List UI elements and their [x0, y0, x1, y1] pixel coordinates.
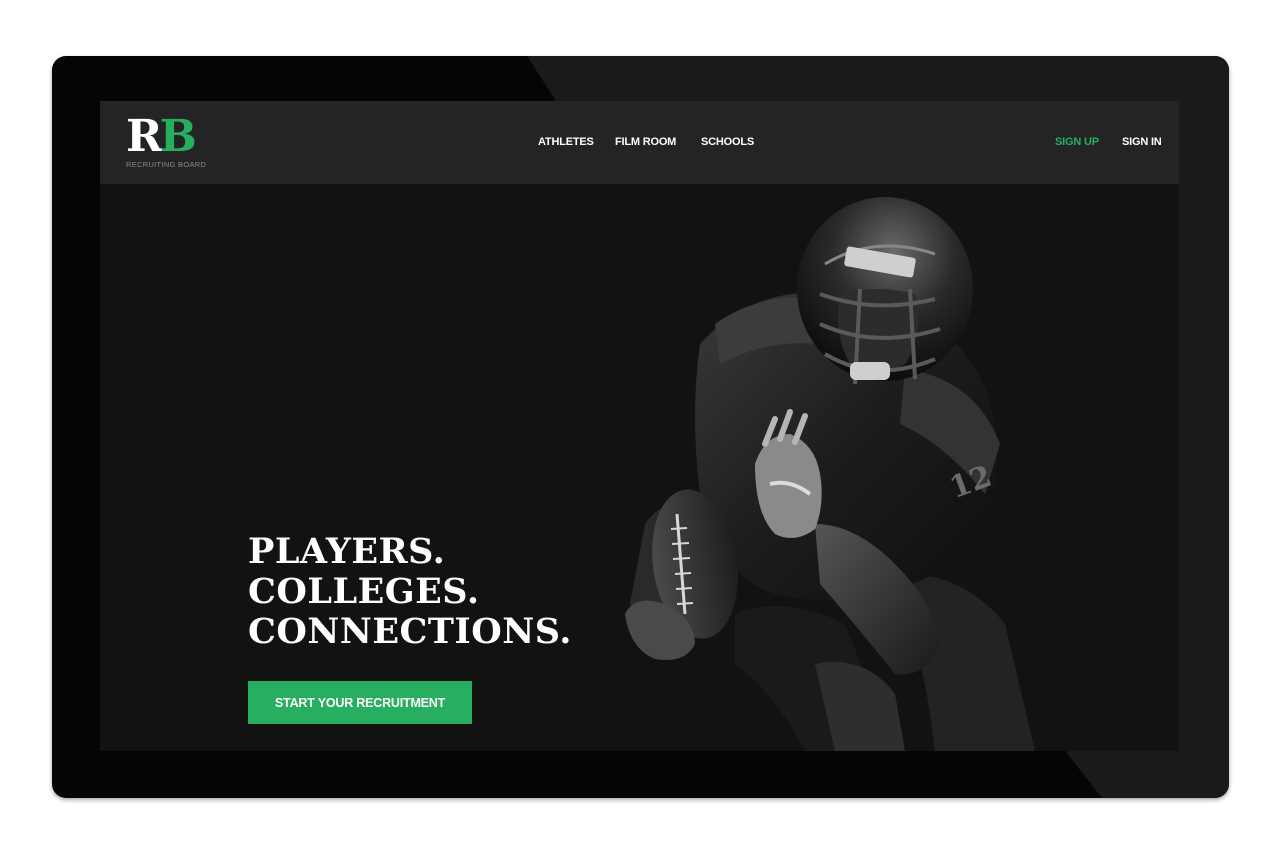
logo-mark: RB — [126, 111, 197, 162]
device-frame: RB RECRUITING BOARD ATHLETES FILM ROOM S… — [52, 56, 1229, 798]
logo-tagline: RECRUITING BOARD — [126, 160, 207, 169]
hero-headline: PLAYERS. COLLEGES. CONNECTIONS. — [248, 532, 572, 652]
nav-film-room[interactable]: FILM ROOM — [615, 136, 676, 148]
football-player-image: 12 — [625, 197, 1035, 751]
logo-letter-b: B — [159, 111, 197, 162]
start-recruitment-button[interactable]: START YOUR RECRUITMENT — [248, 681, 472, 724]
headline-line-players: PLAYERS. — [248, 531, 446, 572]
sign-in-link[interactable]: SIGN IN — [1122, 136, 1162, 148]
logo-letter-r: R — [126, 111, 163, 162]
hero-section: 12 PLAYERS. COLLEGES. CONNECTIONS. START… — [100, 184, 1179, 751]
nav-athletes[interactable]: ATHLETES — [538, 136, 594, 148]
headline-line-colleges: COLLEGES. — [248, 571, 480, 612]
sign-up-link[interactable]: SIGN UP — [1055, 136, 1099, 148]
browser-screen: RB RECRUITING BOARD ATHLETES FILM ROOM S… — [100, 101, 1179, 751]
top-navbar: RB RECRUITING BOARD ATHLETES FILM ROOM S… — [100, 101, 1179, 184]
nav-schools[interactable]: SCHOOLS — [701, 136, 754, 148]
logo[interactable]: RB RECRUITING BOARD — [126, 113, 236, 173]
headline-line-connections: CONNECTIONS. — [248, 611, 572, 652]
